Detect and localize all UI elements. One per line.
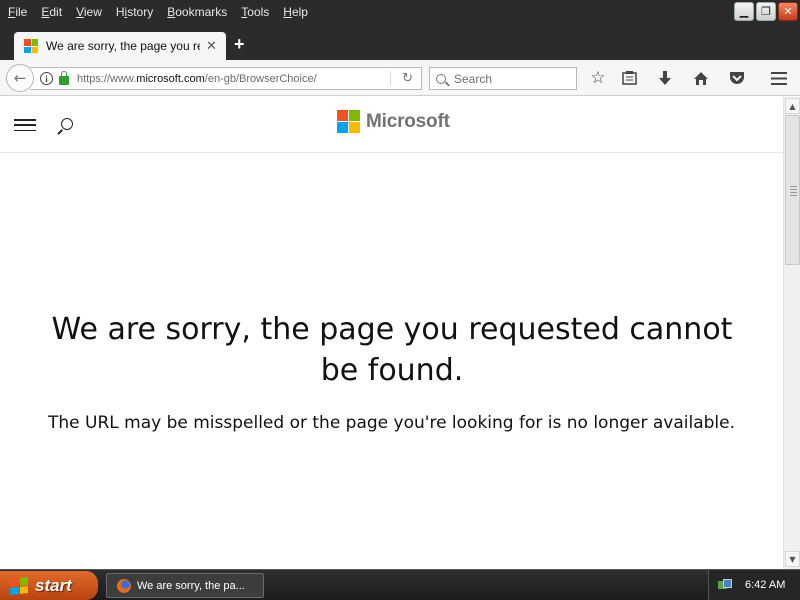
- search-bar[interactable]: [429, 67, 577, 90]
- start-button[interactable]: start: [0, 571, 98, 600]
- network-icon[interactable]: [717, 579, 732, 591]
- chevron-down-icon: ▼: [789, 554, 796, 564]
- navigation-bar: i https://www.microsoft.com/en-gb/Browse…: [0, 60, 800, 96]
- microsoft-logo[interactable]: Microsoft: [337, 110, 450, 133]
- clock[interactable]: 6:42 AM: [745, 579, 785, 591]
- back-button[interactable]: ←: [6, 64, 34, 92]
- download-icon[interactable]: [656, 69, 674, 87]
- microsoft-favicon-icon: [24, 39, 38, 53]
- menu-bookmarks[interactable]: Bookmarks: [167, 5, 227, 19]
- menu-file[interactable]: File: [8, 5, 27, 19]
- site-header: Microsoft: [0, 97, 783, 153]
- tab-strip: We are sorry, the page you req... ✕ +: [0, 24, 800, 60]
- site-info-icon[interactable]: i: [40, 72, 53, 85]
- error-subtitle: The URL may be misspelled or the page yo…: [47, 413, 736, 433]
- reading-list-icon[interactable]: [620, 69, 638, 87]
- taskbar: start We are sorry, the pa... 6:42 AM: [0, 569, 800, 600]
- new-tab-button[interactable]: +: [234, 34, 245, 55]
- menu-history[interactable]: History: [116, 5, 153, 19]
- vertical-scrollbar[interactable]: ▲ ▼: [783, 97, 800, 569]
- menu-edit[interactable]: Edit: [41, 5, 62, 19]
- lock-icon[interactable]: [59, 71, 69, 85]
- tab-close-icon[interactable]: ✕: [206, 39, 217, 54]
- scroll-up-button[interactable]: ▲: [785, 98, 800, 114]
- taskbar-item-label: We are sorry, the pa...: [137, 579, 245, 592]
- scroll-down-button[interactable]: ▼: [785, 551, 800, 567]
- menu-help[interactable]: Help: [283, 5, 308, 19]
- window-controls: ▁ ❐ ✕: [734, 2, 798, 21]
- restore-icon: ❐: [761, 5, 771, 18]
- brand-name: Microsoft: [366, 110, 450, 132]
- chevron-up-icon: ▲: [789, 101, 796, 111]
- url-divider: [390, 71, 391, 86]
- microsoft-logo-icon: [337, 110, 360, 133]
- pocket-icon[interactable]: [728, 69, 746, 87]
- hamburger-menu-icon[interactable]: [770, 69, 788, 87]
- home-icon[interactable]: [692, 69, 710, 87]
- scroll-thumb[interactable]: [785, 115, 800, 265]
- minimize-button[interactable]: ▁: [734, 2, 754, 21]
- page-content: Microsoft We are sorry, the page you req…: [0, 97, 783, 569]
- menu-tools[interactable]: Tools: [241, 5, 269, 19]
- error-title: We are sorry, the page you requested can…: [51, 312, 733, 388]
- bookmark-star-icon[interactable]: ☆: [589, 68, 607, 88]
- windows-flag-icon: [10, 576, 28, 595]
- grip-icon: [790, 186, 797, 198]
- menu-view[interactable]: View: [76, 5, 102, 19]
- system-tray: 6:42 AM: [708, 570, 800, 600]
- menu-bar: File Edit View History Bookmarks Tools H…: [0, 0, 800, 24]
- start-label: start: [35, 575, 72, 595]
- tab-title: We are sorry, the page you req...: [46, 39, 200, 53]
- site-menu-icon[interactable]: [14, 119, 36, 131]
- restore-button[interactable]: ❐: [756, 2, 776, 21]
- tab-active[interactable]: We are sorry, the page you req... ✕: [14, 32, 226, 60]
- search-input[interactable]: [454, 71, 574, 86]
- taskbar-item-firefox[interactable]: We are sorry, the pa...: [106, 573, 264, 598]
- close-icon: ✕: [783, 5, 793, 18]
- reload-icon[interactable]: ↻: [402, 71, 413, 86]
- minimize-icon: ▁: [739, 5, 749, 18]
- search-icon: [436, 73, 446, 84]
- firefox-icon: [117, 578, 131, 593]
- url-text[interactable]: https://www.microsoft.com/en-gb/BrowserC…: [77, 73, 317, 85]
- close-window-button[interactable]: ✕: [778, 2, 798, 21]
- site-search-icon[interactable]: [61, 118, 73, 130]
- back-arrow-icon: ←: [13, 69, 27, 87]
- url-bar[interactable]: i https://www.microsoft.com/en-gb/Browse…: [30, 67, 422, 90]
